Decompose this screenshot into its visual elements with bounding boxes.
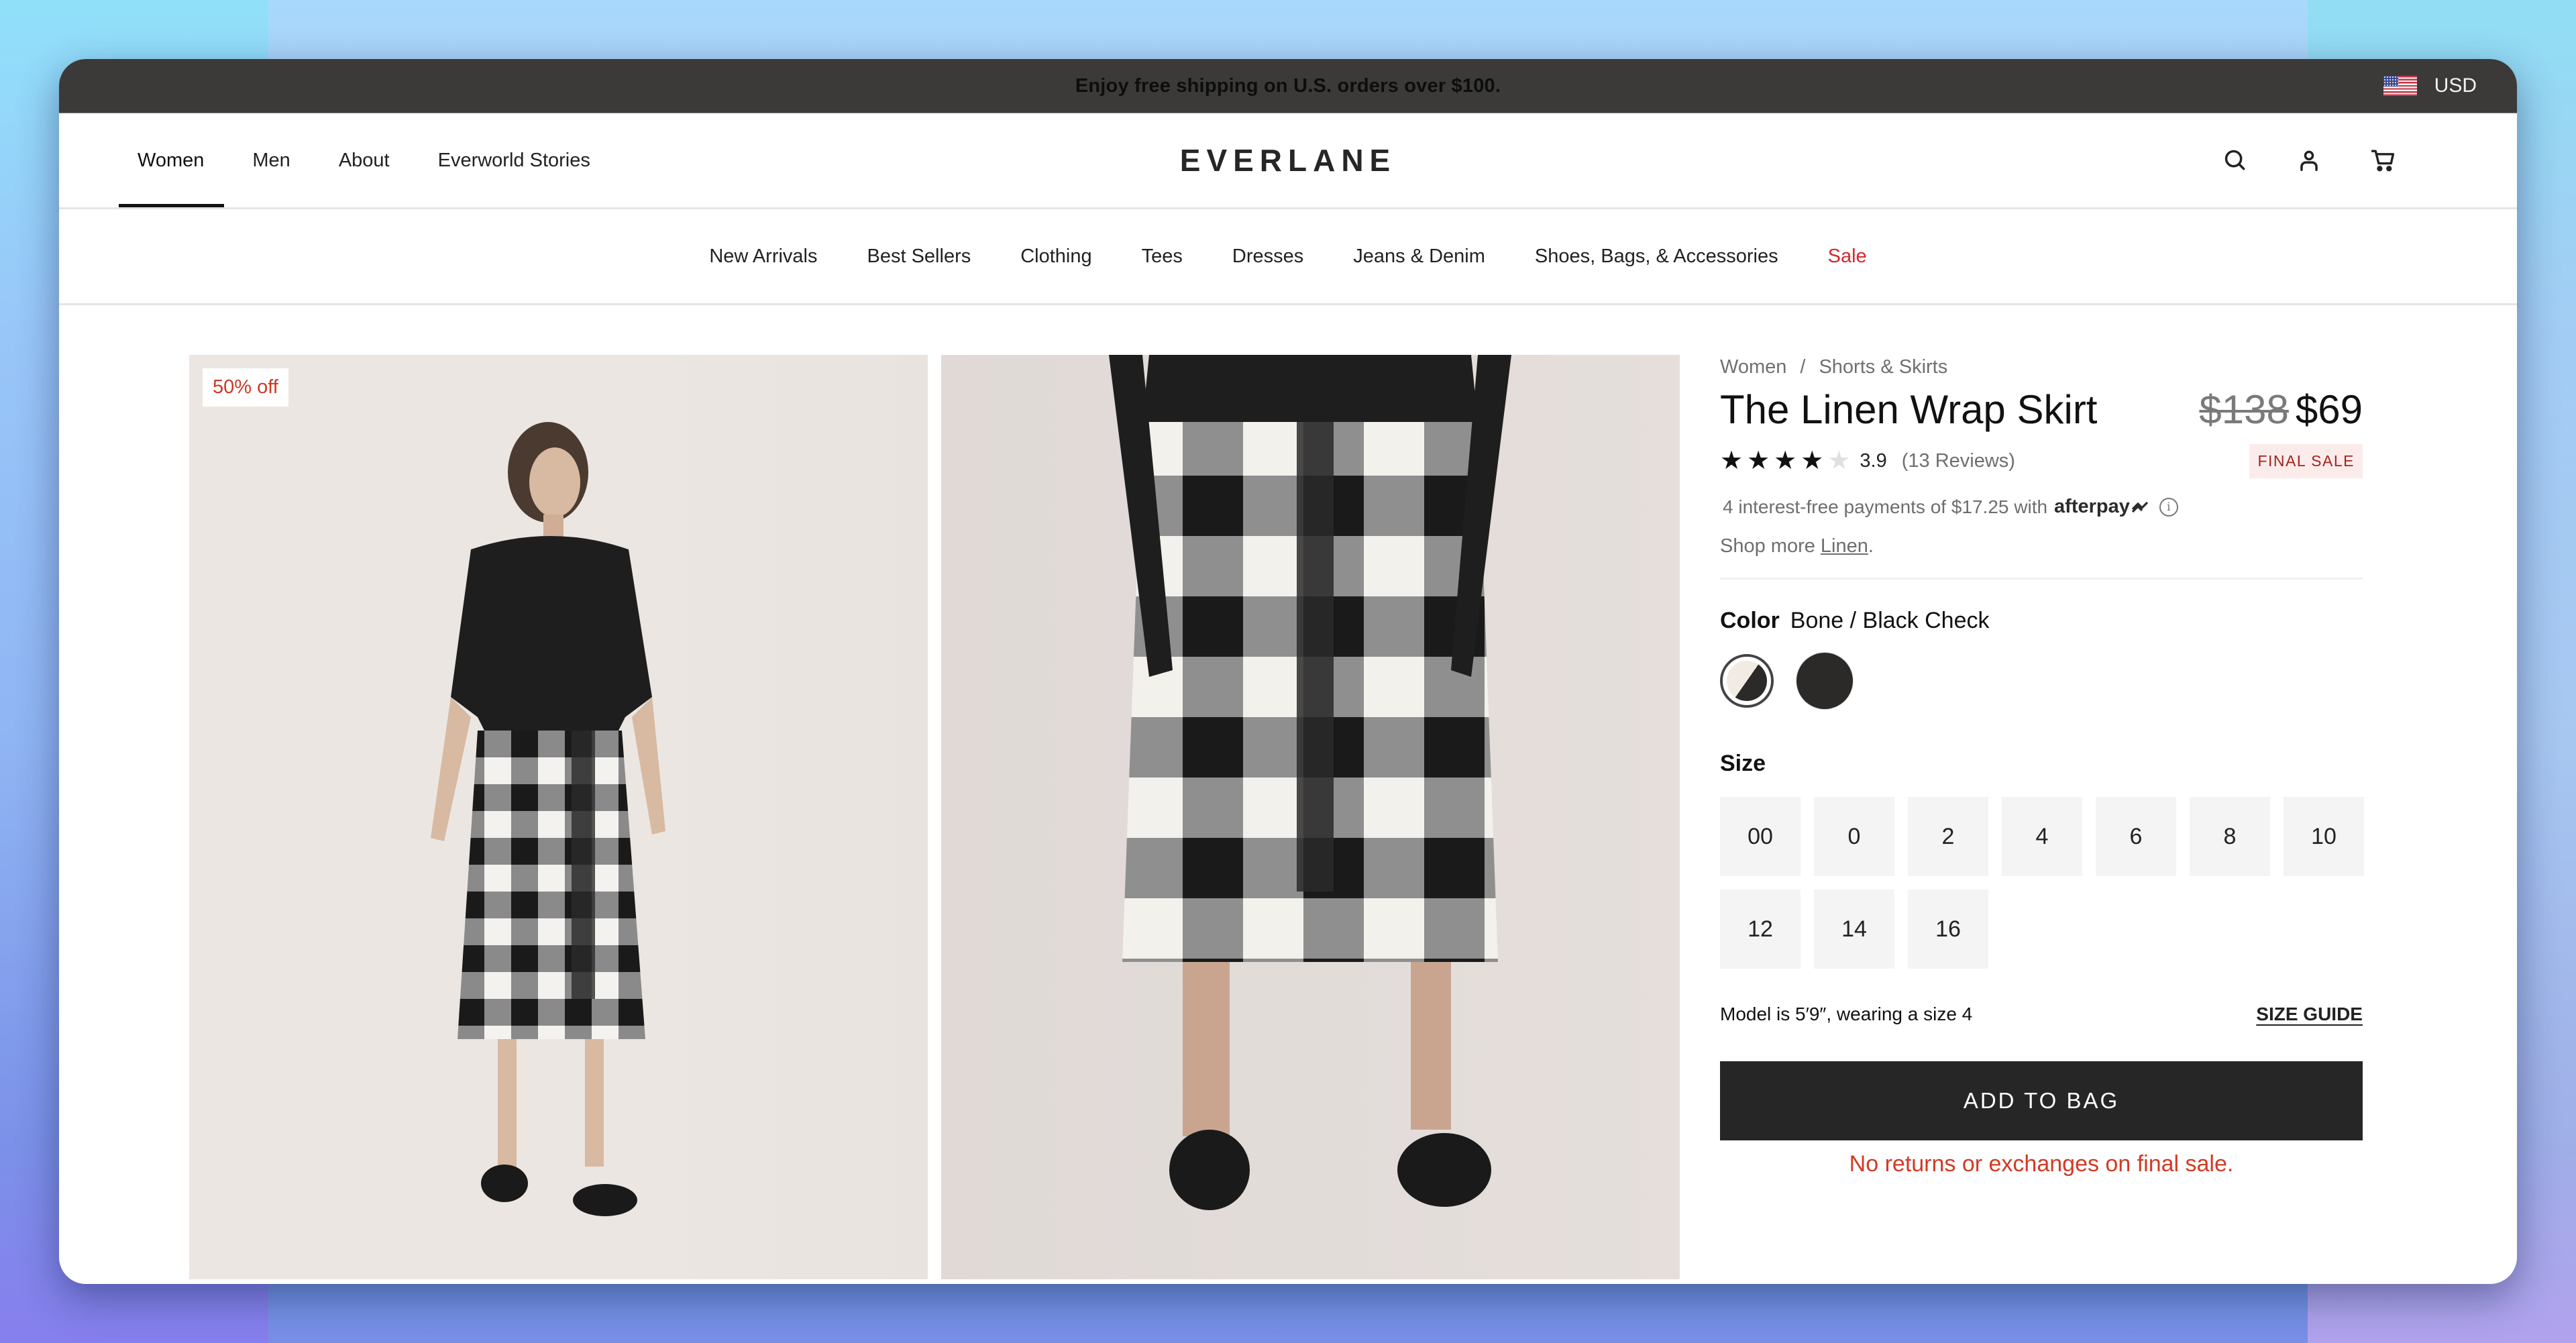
size-option[interactable]: 2	[1908, 797, 1988, 876]
star-filled-icon: ★	[1720, 447, 1743, 475]
category-tees[interactable]: Tees	[1142, 246, 1183, 268]
promo-text: Enjoy free shipping on U.S. orders over …	[1075, 74, 1501, 97]
no-returns-notice: No returns or exchanges on final sale.	[1849, 1151, 2234, 1177]
skirt-detail-illustration	[1109, 355, 1511, 1210]
category-new-arrivals[interactable]: New Arrivals	[709, 246, 817, 268]
size-option[interactable]: 14	[1814, 890, 1894, 969]
size-label: Size	[1720, 751, 1766, 776]
size-option[interactable]: 12	[1720, 890, 1801, 969]
category-shoes-bags-accessories[interactable]: Shoes, Bags, & Accessories	[1535, 246, 1778, 268]
search-icon[interactable]	[2222, 147, 2249, 174]
swatch-bone-black-check[interactable]	[1720, 654, 1774, 708]
color-selector-label: Color Bone / Black Check	[1720, 608, 2363, 634]
breadcrumb-shorts-skirts[interactable]: Shorts & Skirts	[1819, 356, 1947, 378]
size-option[interactable]: 10	[2284, 797, 2364, 876]
breadcrumb: Women / Shorts & Skirts	[1720, 356, 2363, 378]
color-swatches	[1720, 653, 2363, 709]
category-clothing[interactable]: Clothing	[1020, 246, 1091, 268]
divider	[1720, 578, 2363, 580]
final-sale-badge: FINAL SALE	[2249, 443, 2363, 478]
product-image-full-body[interactable]: 50% off	[189, 355, 928, 1279]
breadcrumb-separator: /	[1800, 356, 1806, 378]
rating-value: 3.9	[1860, 449, 1887, 472]
nav-everworld-stories[interactable]: Everworld Stories	[438, 113, 590, 207]
currency-label: USD	[2434, 74, 2477, 97]
category-sale[interactable]: Sale	[1828, 246, 1867, 268]
product-info-panel: Women / Shorts & Skirts The Linen Wrap Ski…	[1720, 355, 2364, 1177]
selected-color-name: Bone / Black Check	[1790, 608, 1990, 633]
account-icon[interactable]	[2296, 147, 2322, 174]
nav-men[interactable]: Men	[252, 113, 290, 207]
afterpay-text: 4 interest-free payments of $17.25 with	[1723, 496, 2048, 517]
size-guide-link[interactable]: SIZE GUIDE	[2256, 1004, 2363, 1025]
category-dresses[interactable]: Dresses	[1232, 246, 1303, 268]
info-icon[interactable]: i	[2159, 497, 2178, 517]
star-empty-icon: ★	[1827, 447, 1851, 475]
size-option[interactable]: 4	[2002, 797, 2082, 876]
shop-more-linen-link[interactable]: Linen	[1821, 535, 1868, 557]
shop-more-suffix: .	[1868, 535, 1874, 557]
category-nav: New Arrivals Best Sellers Clothing Tees …	[59, 209, 2517, 305]
add-to-bag-button[interactable]: ADD TO BAG	[1720, 1061, 2363, 1140]
currency-selector[interactable]: USD	[2383, 59, 2477, 113]
nav-about[interactable]: About	[339, 113, 390, 207]
afterpay-arrows-icon	[2131, 501, 2149, 513]
swatch-black[interactable]	[1796, 653, 1853, 709]
price: $138 $69	[2199, 386, 2363, 433]
shop-more: Shop more Linen.	[1720, 535, 2363, 557]
cart-icon[interactable]	[2369, 147, 2396, 174]
size-options: 00 0 2 4 6 8 10 12 14 16	[1720, 797, 2364, 969]
browser-window: Enjoy free shipping on U.S. orders over …	[59, 59, 2517, 1284]
star-filled-icon: ★	[1774, 447, 1797, 475]
category-best-sellers[interactable]: Best Sellers	[867, 246, 971, 268]
afterpay-info: 4 interest-free payments of $17.25 with …	[1720, 496, 2363, 518]
breadcrumb-women[interactable]: Women	[1720, 356, 1786, 378]
afterpay-logo: afterpay	[2054, 496, 2130, 517]
star-filled-icon: ★	[1747, 447, 1770, 475]
sale-price: $69	[2295, 387, 2363, 432]
discount-badge: 50% off	[203, 368, 288, 407]
nav-women[interactable]: Women	[118, 113, 225, 207]
everlane-logo[interactable]: EVERLANE	[1180, 113, 1396, 207]
original-price: $138	[2199, 387, 2289, 432]
review-count-link[interactable]: (13 Reviews)	[1902, 450, 2015, 472]
model-illustration	[431, 422, 665, 1216]
us-flag-icon	[2383, 76, 2417, 96]
main-nav: Women Men About Everworld Stories EVERLA…	[59, 113, 2517, 209]
model-info: Model is 5′9″, wearing a size 4	[1720, 1004, 1973, 1024]
promo-banner: Enjoy free shipping on U.S. orders over …	[59, 59, 2517, 113]
size-option[interactable]: 6	[2096, 797, 2176, 876]
size-option[interactable]: 0	[1814, 797, 1894, 876]
size-option[interactable]: 16	[1908, 890, 1988, 969]
size-option[interactable]: 00	[1720, 797, 1801, 876]
product-image-detail[interactable]	[941, 355, 1680, 1279]
color-label: Color	[1720, 608, 1780, 633]
product-title: The Linen Wrap Skirt	[1720, 387, 2098, 432]
size-option[interactable]: 8	[2190, 797, 2270, 876]
shop-more-prefix: Shop more	[1720, 535, 1815, 557]
category-jeans-denim[interactable]: Jeans & Denim	[1353, 246, 1485, 268]
rating[interactable]: ★ ★ ★ ★ ★ 3.9 (13 Reviews)	[1720, 448, 2015, 474]
star-filled-icon: ★	[1801, 447, 1824, 475]
